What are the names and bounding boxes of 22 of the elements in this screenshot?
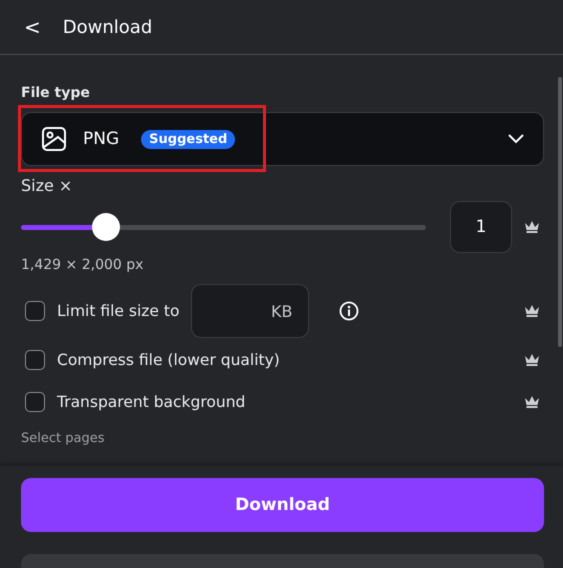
option-label: Limit file size to (57, 302, 180, 320)
image-icon (41, 126, 67, 152)
back-button[interactable]: < (20, 15, 45, 39)
info-icon (339, 301, 360, 321)
file-type-dropdown[interactable]: PNG Suggested (21, 112, 544, 166)
option-label: Compress file (lower quality) (57, 351, 280, 369)
download-button[interactable]: Download (21, 478, 544, 532)
section-label: Size × (21, 176, 74, 195)
size-input[interactable]: 1 (450, 201, 512, 253)
size-limit-input[interactable]: KB (191, 284, 310, 338)
option-label: Transparent background (57, 393, 246, 411)
section-label: File type (21, 84, 91, 103)
dimensions-text: 1,429 × 2,000 px (21, 257, 144, 273)
checkbox[interactable] (25, 301, 45, 321)
checkbox[interactable] (25, 350, 45, 370)
section-label: Select pages (21, 431, 106, 446)
size-slider[interactable] (21, 213, 426, 241)
slider-thumb[interactable] (92, 213, 120, 241)
chevron-down-icon (508, 134, 524, 144)
panel-title: Download (62, 16, 152, 38)
suggested-badge: Suggested (141, 130, 236, 148)
checkbox[interactable] (25, 392, 45, 412)
